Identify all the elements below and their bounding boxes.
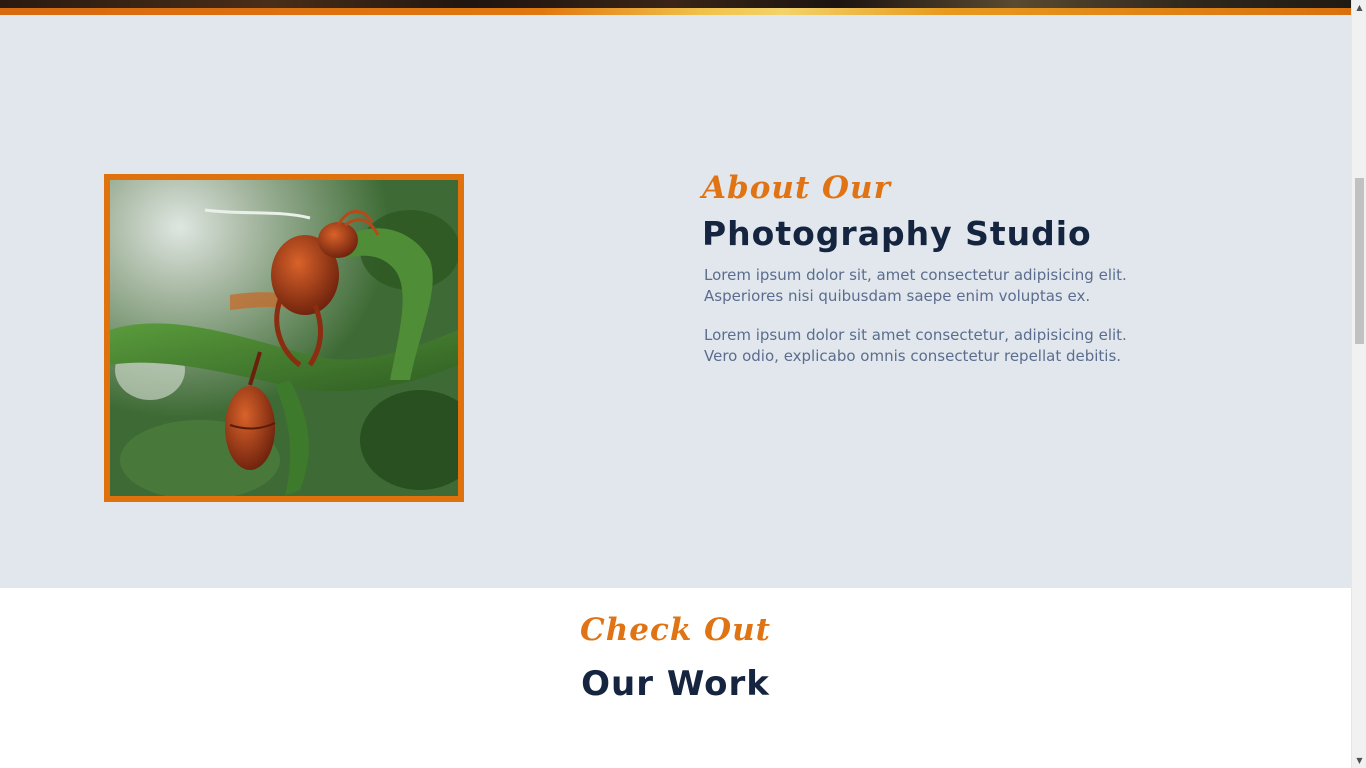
work-eyebrow: Check Out xyxy=(580,612,771,648)
work-section: Check Out Our Work xyxy=(0,588,1351,768)
wasp-photo-illustration xyxy=(110,180,458,496)
about-section: About Our Photography Studio Lorem ipsum… xyxy=(0,15,1351,588)
work-title: Our Work xyxy=(581,664,770,704)
about-text-block: About Our Photography Studio Lorem ipsum… xyxy=(702,170,1132,367)
about-title: Photography Studio xyxy=(702,214,1092,253)
hero-accent-border xyxy=(0,8,1351,15)
scroll-down-arrow-icon[interactable]: ▼ xyxy=(1352,753,1366,768)
page: About Our Photography Studio Lorem ipsum… xyxy=(0,0,1351,768)
about-eyebrow: About Our xyxy=(702,170,891,206)
hero-image-bottom-edge xyxy=(0,0,1351,8)
about-photo xyxy=(104,174,464,502)
about-paragraph-1: Lorem ipsum dolor sit, amet consectetur … xyxy=(704,266,1127,305)
about-paragraph-2: Lorem ipsum dolor sit amet consectetur, … xyxy=(704,326,1127,365)
scroll-up-arrow-icon[interactable]: ▲ xyxy=(1352,0,1366,15)
scrollbar-thumb[interactable] xyxy=(1355,178,1364,344)
vertical-scrollbar[interactable]: ▲ ▼ xyxy=(1351,0,1366,768)
